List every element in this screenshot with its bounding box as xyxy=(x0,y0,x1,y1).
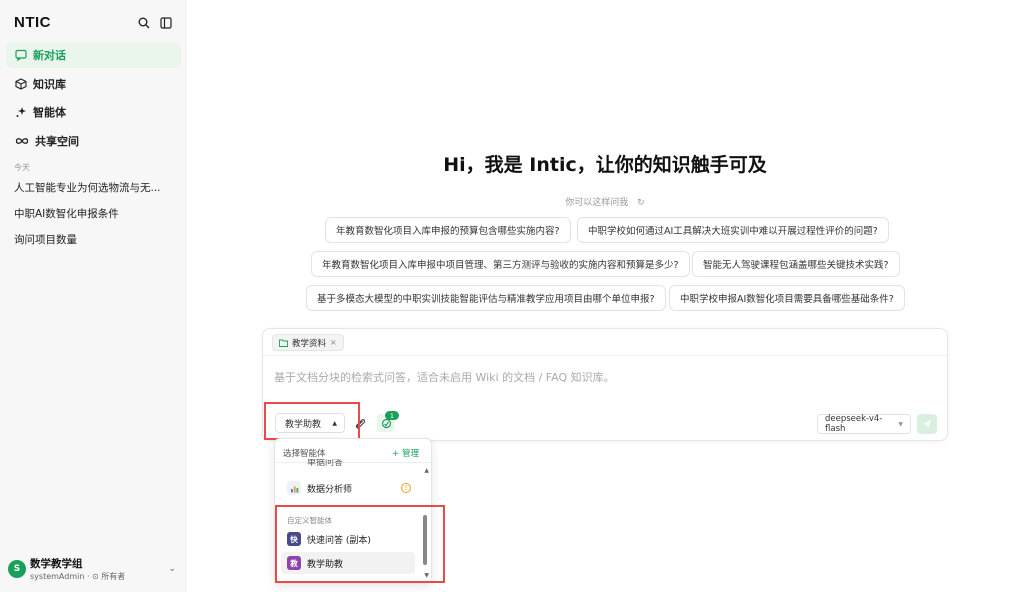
hint-text: 你可以这样问我 xyxy=(565,198,629,208)
sparkle-icon xyxy=(16,107,26,117)
page-title: Hi，我是 Intic，让你的知识触手可及 xyxy=(443,154,767,176)
highlight-box xyxy=(264,402,360,440)
model-select[interactable]: deepseek-v4-flash ▼ xyxy=(817,414,911,434)
logo: NTIC xyxy=(14,14,51,31)
divider xyxy=(263,355,947,356)
sidebar-toggle-icon[interactable] xyxy=(159,16,173,30)
refresh-icon[interactable]: ↻ xyxy=(637,198,645,208)
send-icon xyxy=(923,420,931,428)
plugin-count-badge: 1 xyxy=(385,411,399,420)
warning-icon: ! xyxy=(401,483,411,493)
nav-item-new-chat[interactable]: 新对话 xyxy=(6,42,181,68)
history-item[interactable]: 中职AI数智化申报条件 xyxy=(14,206,174,221)
chat-input[interactable]: 基于文档分块的检索式问答，适合未启用 Wiki 的文档 / FAQ 知识库。 xyxy=(274,369,615,385)
suggestion-chip[interactable]: 年教育数智化项目入库申报中项目管理、第三方测评与验收的实施内容和预算是多少? xyxy=(311,251,690,277)
nav-item-knowledge[interactable]: 知识库 xyxy=(6,71,181,97)
chat-icon xyxy=(15,49,27,61)
sidebar: NTIC 新对话 知识库 智能体 共享空间 今天 人工智能专业为何选物流与无..… xyxy=(0,0,186,592)
cube-icon xyxy=(15,78,27,90)
caret-down-icon: ▼ xyxy=(898,420,903,428)
nav-item-shared-space[interactable]: 共享空间 xyxy=(6,128,181,154)
history-section-label: 今天 xyxy=(14,163,30,172)
highlight-box xyxy=(275,505,445,583)
agent-option-label: 数据分析师 xyxy=(307,484,353,495)
history-item[interactable]: 询问项目数量 xyxy=(14,232,174,247)
knowledge-base-tag[interactable]: 教学资料 × xyxy=(272,334,344,351)
suggestion-chip[interactable]: 中职学校申报AI数智化项目需要具备哪些基础条件? xyxy=(669,285,905,311)
nav-label: 知识库 xyxy=(33,78,66,91)
suggestion-chip[interactable]: 智能无人驾驶课程包涵盖哪些关键技术实践? xyxy=(692,251,900,277)
nav-label: 智能体 xyxy=(33,106,66,119)
chat-input-box: 教学资料 × 基于文档分块的检索式问答，适合未启用 Wiki 的文档 / FAQ… xyxy=(262,328,948,441)
suggestion-chip[interactable]: 年教育数智化项目入库申报的预算包含哪些实施内容? xyxy=(325,217,571,243)
chevron-down-icon: ⌄ xyxy=(168,564,176,574)
history-item[interactable]: 人工智能专业为何选物流与无... xyxy=(14,180,174,195)
suggestion-chip[interactable]: 基于多模态大模型的中职实训技能智能评估与精准教学应用项目由哪个单位申报? xyxy=(306,285,666,311)
agent-option[interactable]: 数据分析师 ! xyxy=(281,477,415,499)
scroll-up-icon[interactable]: ▲ xyxy=(424,467,429,474)
suggestion-hint: 你可以这样问我 ↻ xyxy=(186,195,1024,208)
suggestion-chip[interactable]: 中职学校如何通过AI工具解决大班实训中难以开展过程性评价的问题? xyxy=(577,217,889,243)
search-icon[interactable] xyxy=(137,16,151,30)
send-button[interactable] xyxy=(917,414,937,434)
model-select-label: deepseek-v4-flash xyxy=(825,414,883,434)
close-icon[interactable]: × xyxy=(330,338,337,347)
manage-link[interactable]: + 管理 xyxy=(392,447,419,459)
nav-label: 共享空间 xyxy=(35,135,79,148)
avatar: S xyxy=(8,560,26,578)
user-name: 数学教学组 xyxy=(30,558,83,570)
agent-option-label: 单据问答 xyxy=(307,459,344,468)
user-role: systemAdmin · ⊙ 所有者 xyxy=(30,572,126,581)
dropdown-title: 选择智能体 xyxy=(283,449,326,459)
nav-label: 新对话 xyxy=(33,49,66,62)
bar-chart-icon xyxy=(287,481,301,495)
user-menu[interactable]: S 数学教学组 systemAdmin · ⊙ 所有者 ⌄ xyxy=(8,556,178,586)
agent-option[interactable]: 单据问答 xyxy=(281,459,415,471)
kb-tag-label: 教学资料 xyxy=(292,338,327,349)
nav-item-agents[interactable]: 智能体 xyxy=(6,99,181,125)
infinity-icon xyxy=(15,138,29,144)
folder-icon xyxy=(279,339,288,347)
sidebar-top-icons xyxy=(137,16,173,30)
